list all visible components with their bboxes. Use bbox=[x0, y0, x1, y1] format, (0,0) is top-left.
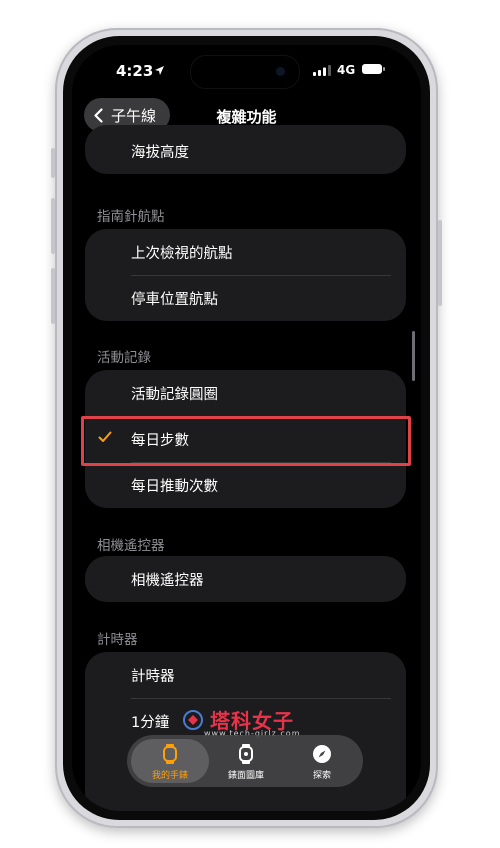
battery-tip bbox=[383, 67, 385, 71]
location-arrow-icon bbox=[155, 66, 164, 75]
action-button bbox=[51, 148, 55, 178]
volume-down-button bbox=[51, 268, 55, 324]
list-item-timer[interactable]: 計時器 bbox=[85, 652, 406, 698]
list-item-camera-remote[interactable]: 相機遙控器 bbox=[85, 556, 406, 602]
network-type: 4G bbox=[337, 63, 356, 77]
tab-my-watch[interactable]: 我的手錶 bbox=[131, 739, 209, 783]
list-item-activity-rings[interactable]: 活動記錄圓圈 bbox=[85, 370, 406, 416]
card-compass-waypoints: 上次檢視的航點 停車位置航點 bbox=[85, 229, 406, 321]
card-altitude: 海拔高度 bbox=[85, 125, 406, 174]
list-item-parked-car-waypoint[interactable]: 停車位置航點 bbox=[85, 275, 406, 321]
section-header-timer: 計時器 bbox=[97, 632, 138, 648]
watermark-logo-icon bbox=[183, 709, 203, 730]
list-item-last-viewed-waypoint[interactable]: 上次檢視的航點 bbox=[85, 229, 406, 275]
watch-face-icon bbox=[239, 744, 253, 764]
highlight-box bbox=[81, 416, 411, 466]
list-item-altitude[interactable]: 海拔高度 bbox=[85, 128, 406, 174]
watermark: 塔科女子 www.tech-girlz.com bbox=[182, 705, 300, 738]
list-item-daily-pushes[interactable]: 每日推動次數 bbox=[85, 462, 406, 508]
tab-face-gallery[interactable]: 錶面圖庫 bbox=[207, 739, 285, 783]
cellular-signal-icon bbox=[313, 65, 331, 76]
section-header-compass-waypoints: 指南針航點 bbox=[97, 209, 165, 225]
scrollbar[interactable] bbox=[412, 331, 415, 381]
tab-discover[interactable]: 探索 bbox=[283, 739, 361, 783]
compass-icon bbox=[313, 745, 331, 763]
battery-icon bbox=[362, 64, 382, 74]
watch-icon bbox=[163, 744, 177, 764]
screen: 4:23 4G 子午線 複雜功能 海拔高度 指南針航點 上次檢視的航點 停車位置… bbox=[72, 45, 421, 811]
section-header-camera-remote: 相機遙控器 bbox=[97, 538, 165, 554]
section-header-activity: 活動記錄 bbox=[97, 350, 151, 366]
page-title: 複雜功能 bbox=[216, 108, 277, 126]
volume-up-button bbox=[51, 198, 55, 254]
card-camera-remote: 相機遙控器 bbox=[85, 556, 406, 602]
power-button bbox=[438, 220, 442, 306]
status-time: 4:23 bbox=[116, 62, 154, 80]
dynamic-island bbox=[190, 55, 300, 89]
tab-bar: 我的手錶 錶面圖庫 探索 bbox=[127, 735, 363, 787]
